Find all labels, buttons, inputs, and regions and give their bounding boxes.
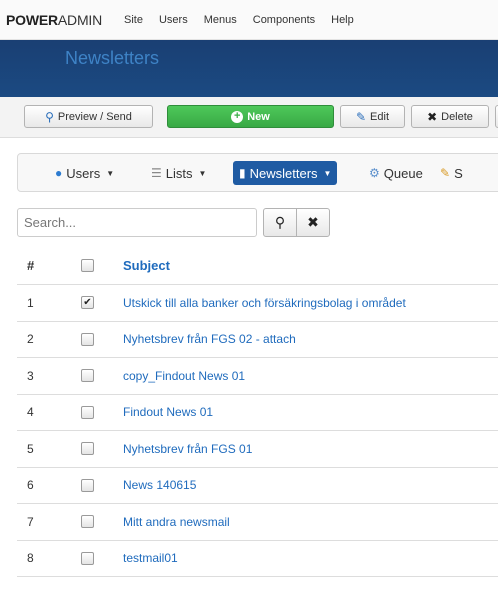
row-checkbox-cell bbox=[67, 442, 123, 456]
table-row[interactable]: 8 testmail01 bbox=[17, 541, 498, 577]
menu-item-site[interactable]: Site bbox=[116, 14, 151, 26]
select-all-checkbox[interactable] bbox=[81, 259, 94, 272]
preview-send-label: Preview / Send bbox=[57, 110, 132, 123]
tab-s[interactable]: ✎ S bbox=[440, 161, 463, 185]
plus-circle-icon: + bbox=[231, 110, 244, 123]
row-number: 8 bbox=[27, 551, 34, 566]
newsletter-subject-link[interactable]: testmail01 bbox=[123, 551, 498, 565]
row-checkbox[interactable]: ✔ bbox=[81, 296, 94, 310]
delete-label: Delete bbox=[441, 110, 473, 123]
row-checkbox-cell: ✔ bbox=[67, 296, 123, 310]
top-menu: Site Users Menus Components Help bbox=[116, 14, 362, 26]
newsletter-subject-link[interactable]: News 140615 bbox=[123, 478, 498, 492]
caret-down-icon: ▼ bbox=[198, 168, 207, 178]
users-icon: ● bbox=[55, 166, 63, 180]
row-checkbox-cell bbox=[67, 478, 123, 492]
preview-send-button[interactable]: ⚲ Preview / Send bbox=[24, 105, 153, 128]
edit-icon: ✎ bbox=[355, 109, 367, 124]
brand-logo[interactable]: POWERADMIN bbox=[6, 12, 102, 28]
table-row[interactable]: 4 Findout News 01 bbox=[17, 395, 498, 431]
clear-search-button[interactable]: ✖ bbox=[296, 208, 330, 237]
tab-users[interactable]: ● Users ▼ bbox=[55, 161, 114, 185]
list-icon: ☰ bbox=[151, 166, 162, 180]
admin-top-bar: POWERADMIN Site Users Menus Components H… bbox=[0, 0, 498, 40]
row-checkbox-cell bbox=[67, 515, 123, 529]
row-checkbox-cell bbox=[67, 405, 123, 419]
tab-lists-label: Lists bbox=[165, 165, 193, 181]
tab-newsletters[interactable]: ▮ Newsletters ▼ bbox=[233, 161, 338, 185]
row-checkbox-cell bbox=[67, 369, 123, 383]
row-checkbox[interactable] bbox=[81, 551, 94, 565]
row-checkbox[interactable] bbox=[81, 332, 94, 346]
tab-queue[interactable]: ⚙ Queue bbox=[369, 161, 423, 185]
newsletter-icon: ▮ bbox=[239, 166, 246, 180]
column-header-subject[interactable]: Subject bbox=[123, 258, 498, 273]
close-icon: ✖ bbox=[427, 109, 438, 124]
search-input[interactable] bbox=[17, 208, 257, 237]
close-icon: ✖ bbox=[307, 214, 319, 230]
tab-queue-label: Queue bbox=[383, 165, 423, 181]
menu-item-users[interactable]: Users bbox=[151, 14, 196, 26]
tab-lists[interactable]: ☰ Lists ▼ bbox=[151, 161, 206, 185]
row-checkbox-cell bbox=[67, 551, 123, 565]
toolbar: ⚲ Preview / Send + New ✎ Edit ✖ Delete bbox=[0, 97, 498, 138]
table-row[interactable]: 7 Mitt andra newsmail bbox=[17, 504, 498, 541]
page-header: Newsletters bbox=[0, 40, 498, 97]
edit-label: Edit bbox=[370, 110, 390, 123]
column-header-number[interactable]: # bbox=[17, 258, 67, 273]
brand-bold-text: POWER bbox=[6, 11, 58, 28]
edit-button[interactable]: ✎ Edit bbox=[340, 105, 405, 128]
table-row[interactable]: 6 News 140615 bbox=[17, 468, 498, 504]
tab-newsletters-label: Newsletters bbox=[249, 165, 318, 181]
caret-down-icon: ▼ bbox=[106, 168, 115, 178]
row-number: 5 bbox=[27, 441, 34, 456]
newsletter-subject-link[interactable]: Mitt andra newsmail bbox=[123, 515, 498, 529]
menu-item-help[interactable]: Help bbox=[323, 14, 362, 26]
menu-item-menus[interactable]: Menus bbox=[196, 14, 245, 26]
row-number: 3 bbox=[27, 368, 34, 383]
row-checkbox[interactable] bbox=[81, 369, 94, 383]
row-checkbox[interactable] bbox=[81, 442, 94, 456]
sub-navigation: ● Users ▼ ☰ Lists ▼ ▮ Newsletters ▼ ⚙ Qu… bbox=[17, 153, 498, 192]
search-button[interactable]: ⚲ bbox=[263, 208, 297, 237]
tab-s-label: S bbox=[454, 165, 463, 181]
menu-item-components[interactable]: Components bbox=[245, 14, 323, 26]
row-number: 1 bbox=[27, 295, 34, 310]
delete-button[interactable]: ✖ Delete bbox=[411, 105, 489, 128]
brand-light-text: ADMIN bbox=[57, 11, 103, 28]
row-checkbox[interactable] bbox=[81, 405, 94, 419]
tab-users-label: Users bbox=[66, 165, 101, 181]
table-body: 1 ✔ Utskick till alla banker och försäkrin… bbox=[17, 285, 498, 577]
stats-icon: ✎ bbox=[440, 166, 451, 180]
row-number: 6 bbox=[27, 478, 34, 493]
table-row[interactable]: 1 ✔ Utskick till alla banker och försäkrin… bbox=[17, 285, 498, 322]
select-all-cell bbox=[67, 259, 123, 272]
table-row[interactable]: 2 Nyhetsbrev från FGS 02 - attach bbox=[17, 322, 498, 358]
row-checkbox[interactable] bbox=[81, 515, 94, 529]
newsletters-table: # Subject 1 ✔ Utskick till alla banker och… bbox=[17, 247, 498, 577]
search-icon: ⚲ bbox=[274, 214, 286, 230]
new-button[interactable]: + New bbox=[167, 105, 334, 128]
table-row[interactable]: 3 copy_Findout News 01 bbox=[17, 358, 498, 395]
table-row[interactable]: 5 Nyhetsbrev från FGS 01 bbox=[17, 431, 498, 468]
row-number: 2 bbox=[27, 332, 34, 347]
newsletter-subject-link[interactable]: Nyhetsbrev från FGS 02 - attach bbox=[123, 332, 498, 346]
table-header: # Subject bbox=[17, 247, 498, 285]
row-checkbox[interactable] bbox=[81, 478, 94, 492]
newsletter-subject-link[interactable]: copy_Findout News 01 bbox=[123, 369, 498, 383]
caret-down-icon: ▼ bbox=[323, 168, 332, 178]
row-number: 4 bbox=[27, 405, 34, 420]
queue-icon: ⚙ bbox=[369, 166, 380, 180]
search-icon: ⚲ bbox=[45, 109, 54, 124]
new-label: New bbox=[247, 110, 270, 123]
row-number: 7 bbox=[27, 514, 34, 529]
newsletter-subject-link[interactable]: Findout News 01 bbox=[123, 405, 498, 419]
page-title: Newsletters bbox=[65, 48, 160, 68]
row-checkbox-cell bbox=[67, 332, 123, 346]
newsletter-subject-link[interactable]: Utskick till alla banker och försäkrings… bbox=[123, 296, 498, 310]
newsletter-subject-link[interactable]: Nyhetsbrev från FGS 01 bbox=[123, 442, 498, 456]
